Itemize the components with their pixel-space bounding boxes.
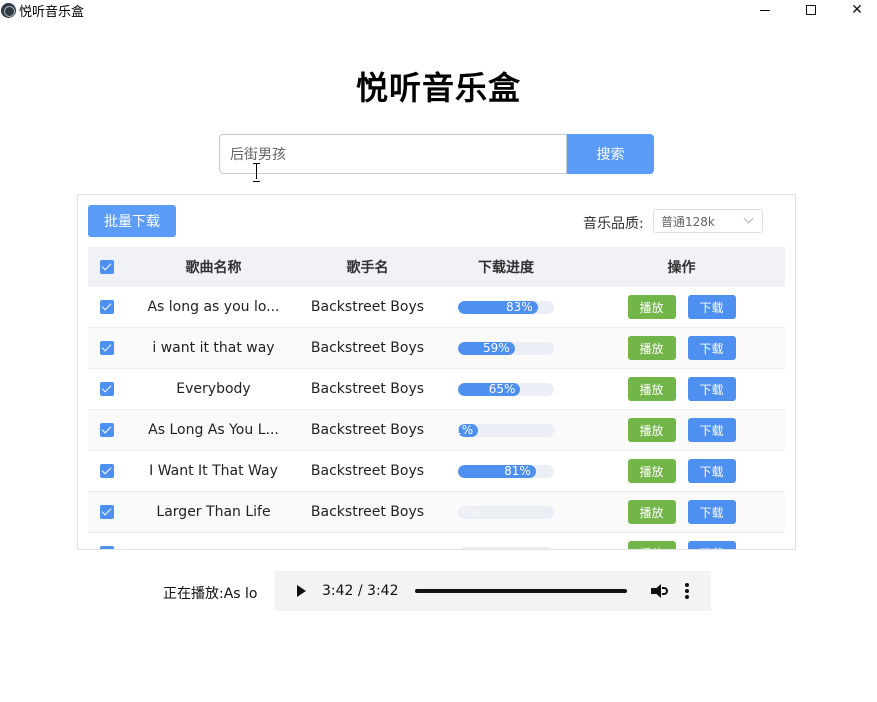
artist-name: Backstreet Boys bbox=[310, 381, 425, 397]
progress-label: 83% bbox=[506, 300, 533, 314]
maximize-icon bbox=[806, 5, 816, 15]
table-row: As long as you lo... Backstreet Boys 83%… bbox=[88, 287, 785, 328]
download-progress-bar bbox=[458, 546, 554, 549]
audio-time: 3:42 / 3:42 bbox=[322, 583, 399, 599]
progress-label: 81% bbox=[504, 464, 531, 478]
close-icon: ✕ bbox=[851, 2, 863, 18]
maximize-button[interactable] bbox=[788, 0, 834, 20]
song-table: 歌曲名称 歌手名 下载进度 操作 As long as you lo... Ba… bbox=[88, 247, 785, 549]
progress-fill: 81% bbox=[458, 464, 536, 478]
column-header-progress: 下载进度 bbox=[478, 260, 534, 276]
quality-select[interactable]: 普通128k bbox=[653, 209, 763, 233]
audio-player: 3:42 / 3:42 bbox=[275, 571, 711, 611]
progress-fill: 65% bbox=[458, 382, 521, 396]
download-progress-bar: 0% bbox=[458, 505, 554, 519]
quality-select-value: 普通128k bbox=[661, 214, 715, 229]
app-logo-icon bbox=[1, 2, 16, 18]
now-playing: 正在播放:As lo bbox=[163, 583, 258, 603]
download-progress-bar: 81% bbox=[458, 464, 554, 478]
text-cursor-icon bbox=[252, 163, 262, 182]
progress-label: 59% bbox=[482, 341, 510, 355]
now-playing-title: As lo bbox=[223, 586, 258, 602]
minimize-icon bbox=[760, 9, 770, 11]
table-row: 播放 下载 bbox=[88, 533, 785, 549]
progress-label: 65% bbox=[488, 382, 516, 396]
quality-label: 音乐品质: bbox=[583, 216, 644, 232]
song-name: Everybody bbox=[176, 381, 251, 397]
progress-label: 21% bbox=[458, 423, 474, 437]
column-header-artist: 歌手名 bbox=[346, 260, 389, 276]
play-button[interactable]: 播放 bbox=[627, 459, 676, 483]
download-button[interactable]: 下载 bbox=[687, 541, 736, 549]
audio-seek-slider[interactable] bbox=[414, 589, 627, 593]
song-name: I Want It That Way bbox=[149, 463, 278, 479]
batch-download-button[interactable]: 批量下载 bbox=[88, 205, 176, 237]
download-button[interactable]: 下载 bbox=[687, 336, 736, 360]
minimize-button[interactable] bbox=[742, 0, 788, 20]
song-panel: 批量下载 音乐品质: 普通128k 歌曲名称 歌手名 下载进度 操作 As lo… bbox=[77, 194, 796, 550]
download-button[interactable]: 下载 bbox=[687, 459, 736, 483]
column-header-actions: 操作 bbox=[667, 260, 696, 276]
now-playing-label: 正在播放: bbox=[163, 586, 224, 602]
select-all-checkbox[interactable] bbox=[100, 260, 114, 274]
play-button[interactable]: 播放 bbox=[627, 541, 676, 549]
row-checkbox[interactable] bbox=[100, 341, 114, 355]
artist-name: Backstreet Boys bbox=[310, 299, 425, 315]
table-row: As Long As You L... Backstreet Boys 21% … bbox=[88, 410, 785, 451]
song-name: As Long As You L... bbox=[148, 422, 279, 438]
song-name: i want it that way bbox=[152, 340, 275, 356]
artist-name: Backstreet Boys bbox=[310, 422, 425, 438]
artist-name: Backstreet Boys bbox=[310, 463, 425, 479]
download-button[interactable]: 下载 bbox=[687, 377, 736, 401]
download-button[interactable]: 下载 bbox=[687, 500, 736, 524]
search-button[interactable]: 搜索 bbox=[567, 134, 654, 174]
more-options-icon[interactable] bbox=[684, 583, 689, 599]
table-row: I Want It That Way Backstreet Boys 81% 播… bbox=[88, 451, 785, 492]
row-checkbox[interactable] bbox=[100, 505, 114, 519]
play-button[interactable]: 播放 bbox=[627, 336, 676, 360]
play-button[interactable]: 播放 bbox=[627, 377, 676, 401]
search-input-value: 后街男孩 bbox=[230, 147, 286, 163]
table-row: Everybody Backstreet Boys 65% 播放 下载 bbox=[88, 369, 785, 410]
download-progress-bar: 21% bbox=[458, 423, 554, 437]
progress-fill: 21% bbox=[458, 423, 479, 437]
song-name: Larger Than Life bbox=[156, 504, 271, 520]
play-icon[interactable] bbox=[297, 585, 306, 597]
chevron-down-icon bbox=[743, 213, 754, 224]
row-checkbox[interactable] bbox=[100, 382, 114, 396]
row-checkbox[interactable] bbox=[100, 300, 114, 314]
page-title: 悦听音乐盒 bbox=[355, 69, 521, 107]
progress-fill: 59% bbox=[458, 341, 515, 355]
row-checkbox[interactable] bbox=[100, 546, 114, 549]
table-row: Larger Than Life Backstreet Boys 0% 播放 下… bbox=[88, 492, 785, 533]
table-header: 歌曲名称 歌手名 下载进度 操作 bbox=[88, 247, 785, 287]
download-button[interactable]: 下载 bbox=[687, 295, 736, 319]
download-button[interactable]: 下载 bbox=[687, 418, 736, 442]
song-name: As long as you lo... bbox=[147, 299, 280, 315]
table-body: As long as you lo... Backstreet Boys 83%… bbox=[88, 287, 785, 549]
row-checkbox[interactable] bbox=[100, 464, 114, 478]
play-button[interactable]: 播放 bbox=[627, 500, 676, 524]
window-title: 悦听音乐盒 bbox=[19, 4, 85, 20]
row-checkbox[interactable] bbox=[100, 423, 114, 437]
artist-name: Backstreet Boys bbox=[310, 340, 425, 356]
download-progress-bar: 65% bbox=[458, 382, 554, 396]
progress-label: 0% bbox=[462, 505, 482, 519]
volume-icon[interactable] bbox=[650, 583, 669, 599]
download-progress-bar: 83% bbox=[458, 300, 554, 314]
download-progress-bar: 59% bbox=[458, 341, 554, 355]
table-row: i want it that way Backstreet Boys 59% 播… bbox=[88, 328, 785, 369]
close-button[interactable]: ✕ bbox=[834, 0, 877, 20]
column-header-song-name: 歌曲名称 bbox=[185, 260, 242, 276]
play-button[interactable]: 播放 bbox=[627, 295, 676, 319]
artist-name: Backstreet Boys bbox=[310, 504, 425, 520]
play-button[interactable]: 播放 bbox=[627, 418, 676, 442]
progress-fill: 83% bbox=[458, 300, 538, 314]
search-input[interactable]: 后街男孩 bbox=[219, 134, 567, 174]
